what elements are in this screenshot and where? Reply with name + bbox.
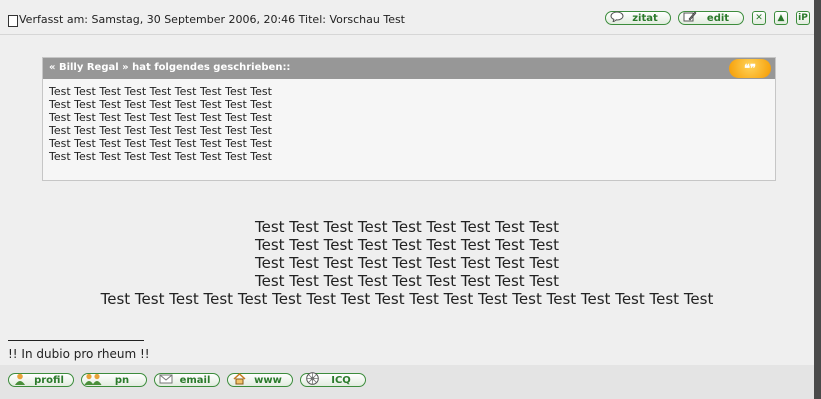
delete-x-icon: ✕ <box>755 13 763 23</box>
window-edge <box>814 0 821 399</box>
quote-line: Test Test Test Test Test Test Test Test … <box>49 150 272 163</box>
quote-bubble-icon <box>608 11 626 25</box>
quote-line: Test Test Test Test Test Test Test Test … <box>49 85 272 98</box>
quote-button[interactable]: zitat <box>605 11 671 25</box>
arrow-up-icon: ▲ <box>777 13 785 23</box>
post-document-icon <box>8 15 18 27</box>
quote-line: Test Test Test Test Test Test Test Test … <box>49 124 272 137</box>
private-message-icon <box>84 373 102 388</box>
post-container: Verfasst am: Samstag, 30 September 2006,… <box>0 0 814 399</box>
profile-button[interactable]: profil <box>8 373 74 387</box>
website-button-label: www <box>254 374 282 386</box>
edit-button-label: edit <box>706 12 730 24</box>
icq-button-label: ICQ <box>331 374 351 386</box>
header-divider <box>0 34 814 35</box>
quote-block: « Billy Regal » hat folgendes geschriebe… <box>42 57 776 181</box>
post-line: Test Test Test Test Test Test Test Test … <box>255 272 559 290</box>
profile-button-label: profil <box>34 374 64 386</box>
post-header: Verfasst am: Samstag, 30 September 2006,… <box>0 4 814 34</box>
email-button[interactable]: email <box>154 373 220 387</box>
quote-header: « Billy Regal » hat folgendes geschriebe… <box>43 58 775 79</box>
edit-pencil-icon <box>681 11 699 25</box>
edit-button[interactable]: edit <box>678 11 744 25</box>
ip-button[interactable]: iP <box>796 11 810 25</box>
website-button[interactable]: www <box>227 372 293 388</box>
email-icon <box>157 373 175 387</box>
quote-line: Test Test Test Test Test Test Test Test … <box>49 98 272 111</box>
user-profile-icon <box>11 373 29 388</box>
private-message-label: pn <box>114 374 130 386</box>
private-message-button[interactable]: pn <box>81 373 147 387</box>
quote-marks-icon: ❝❞ <box>729 59 771 78</box>
quote-text: Test Test Test Test Test Test Test Test … <box>49 85 272 163</box>
quote-line: Test Test Test Test Test Test Test Test … <box>49 137 272 150</box>
email-button-label: email <box>179 374 211 386</box>
delete-button[interactable]: ✕ <box>752 11 766 25</box>
home-www-icon <box>230 372 248 388</box>
post-body: Test Test Test Test Test Test Test Test … <box>0 218 814 308</box>
post-meta-text: Verfasst am: Samstag, 30 September 2006,… <box>19 13 405 26</box>
quote-button-label: zitat <box>632 12 658 24</box>
post-line: Test Test Test Test Test Test Test Test … <box>100 290 714 308</box>
signature-divider <box>8 340 144 341</box>
quote-author: « Billy Regal » hat folgendes geschriebe… <box>49 62 291 73</box>
scroll-top-button[interactable]: ▲ <box>774 11 788 25</box>
quote-line: Test Test Test Test Test Test Test Test … <box>49 111 272 124</box>
post-line: Test Test Test Test Test Test Test Test … <box>255 218 559 236</box>
ip-button-label: iP <box>798 13 808 23</box>
icq-button[interactable]: ICQ <box>300 372 366 388</box>
icq-flower-icon <box>303 372 321 388</box>
signature: !! In dubio pro rheum !! <box>8 347 150 361</box>
post-line: Test Test Test Test Test Test Test Test … <box>255 236 559 254</box>
post-line: Test Test Test Test Test Test Test Test … <box>255 254 559 272</box>
